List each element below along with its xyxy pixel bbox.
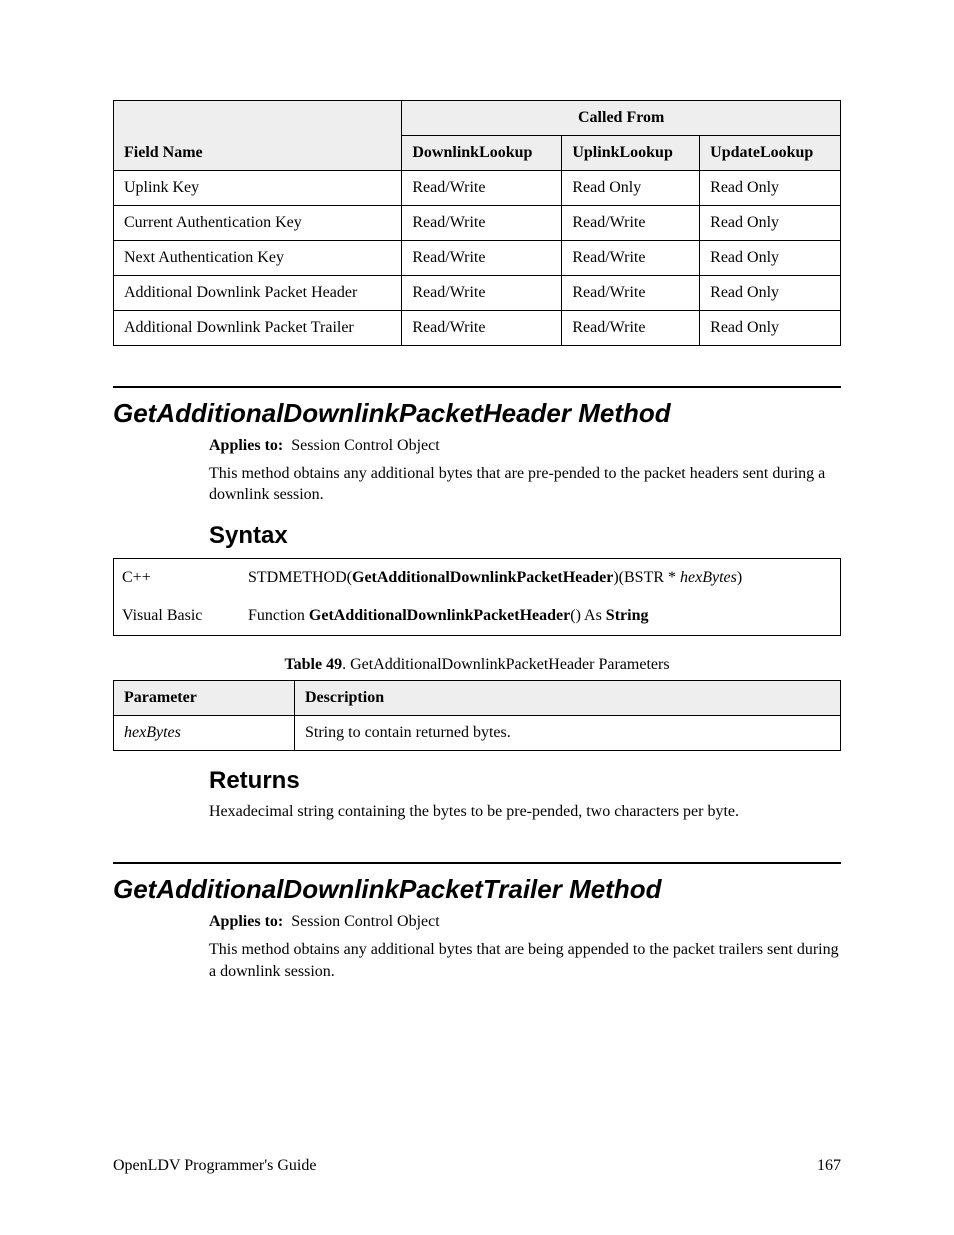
syntax-code-cpp: STDMETHOD(GetAdditionalDownlinkPacketHea… <box>240 558 841 597</box>
method-description: This method obtains any additional bytes… <box>209 463 841 506</box>
syntax-lang-vb: Visual Basic <box>114 597 241 636</box>
footer-page-number: 167 <box>817 1157 841 1175</box>
table-row: Additional Downlink Packet Header Read/W… <box>114 276 841 311</box>
col-header-field-name: Field Name <box>114 101 402 171</box>
col-header-uplinklookup: UplinkLookup <box>562 136 700 171</box>
table-row: Current Authentication Key Read/Write Re… <box>114 206 841 241</box>
col-header-updatelookup: UpdateLookup <box>700 136 841 171</box>
col-header-description: Description <box>295 680 841 715</box>
field-access-table: Field Name Called From DownlinkLookup Up… <box>113 100 841 346</box>
method-description: This method obtains any additional bytes… <box>209 939 841 982</box>
syntax-heading: Syntax <box>209 522 841 550</box>
returns-text: Hexadecimal string containing the bytes … <box>209 801 841 823</box>
method-heading-get-additional-downlink-packet-header: GetAdditionalDownlinkPacketHeader Method <box>113 386 841 429</box>
applies-to-line: Applies to: Session Control Object <box>209 435 841 457</box>
footer-title: OpenLDV Programmer's Guide <box>113 1157 316 1175</box>
syntax-code-vb: Function GetAdditionalDownlinkPacketHead… <box>240 597 841 636</box>
returns-heading: Returns <box>209 767 841 795</box>
col-header-span-called-from: Called From <box>402 101 841 136</box>
method-heading-get-additional-downlink-packet-trailer: GetAdditionalDownlinkPacketTrailer Metho… <box>113 862 841 905</box>
col-header-downlinklookup: DownlinkLookup <box>402 136 562 171</box>
applies-to-line: Applies to: Session Control Object <box>209 911 841 933</box>
table-row: Next Authentication Key Read/Write Read/… <box>114 241 841 276</box>
parameter-table: Parameter Description hexBytes String to… <box>113 680 841 751</box>
table-row: Uplink Key Read/Write Read Only Read Onl… <box>114 171 841 206</box>
col-header-parameter: Parameter <box>114 680 295 715</box>
syntax-lang-cpp: C++ <box>114 558 241 597</box>
syntax-table: C++ STDMETHOD(GetAdditionalDownlinkPacke… <box>113 558 841 636</box>
page-footer: OpenLDV Programmer's Guide 167 <box>113 1157 841 1175</box>
table-row: hexBytes String to contain returned byte… <box>114 715 841 750</box>
table-caption-49: Table 49. GetAdditionalDownlinkPacketHea… <box>113 656 841 674</box>
table-row: Additional Downlink Packet Trailer Read/… <box>114 311 841 346</box>
